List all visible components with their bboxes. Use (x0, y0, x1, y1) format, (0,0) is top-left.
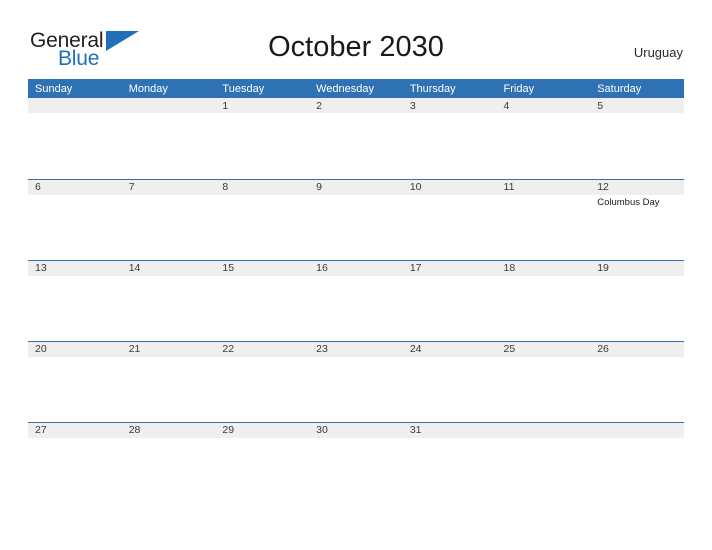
day-number: 14 (128, 262, 141, 274)
day-cell[interactable]: 15 (215, 260, 309, 341)
weekday-header-wednesday: Wednesday (316, 82, 374, 95)
day-cell[interactable]: 11 (497, 179, 591, 260)
day-event: Columbus Day (597, 197, 660, 208)
day-cell[interactable]: 3 (403, 98, 497, 179)
week-row: 1 2 3 4 5 (28, 98, 684, 179)
calendar-page: General Blue October 2030 Uruguay Sunday… (0, 0, 712, 550)
day-cell[interactable]: 17 (403, 260, 497, 341)
day-number: 22 (222, 343, 235, 355)
day-number: 9 (316, 181, 322, 193)
day-cell[interactable]: 13 (28, 260, 122, 341)
day-number: 29 (222, 424, 235, 436)
day-cell[interactable]: 14 (122, 260, 216, 341)
day-number: 1 (222, 100, 229, 112)
day-cell[interactable]: 6 (28, 179, 122, 260)
day-number: 18 (503, 262, 516, 274)
day-number: 7 (128, 181, 135, 193)
day-cell[interactable] (122, 98, 216, 179)
page-header: General Blue October 2030 Uruguay (0, 0, 712, 79)
day-cell[interactable]: 31 (403, 422, 497, 503)
day-number: 27 (35, 424, 47, 436)
day-cell[interactable]: 19 (590, 260, 684, 341)
weekday-header-sunday: Sunday (35, 82, 73, 95)
day-cell[interactable]: 24 (403, 341, 497, 422)
day-number: 5 (597, 100, 604, 112)
day-number: 17 (409, 262, 422, 274)
weekday-header-friday: Friday (503, 82, 535, 95)
day-number: 15 (222, 262, 235, 274)
page-title: October 2030 (268, 31, 444, 63)
day-cell[interactable]: 18 (497, 260, 591, 341)
weekday-header-thursday: Thursday (409, 82, 456, 95)
day-number: 2 (316, 100, 322, 112)
day-cell[interactable]: 1 (215, 98, 309, 179)
day-number: 26 (597, 343, 609, 355)
day-number: 24 (409, 343, 422, 355)
day-number: 28 (128, 424, 141, 436)
day-number: 16 (316, 262, 328, 274)
day-number: 3 (409, 100, 416, 112)
day-cell[interactable]: 23 (309, 341, 403, 422)
day-number: 13 (35, 262, 47, 274)
day-number: 30 (316, 424, 328, 436)
week-row: 13 14 15 16 17 18 19 (28, 260, 684, 341)
day-cell[interactable]: 5 (590, 98, 684, 179)
day-number: 12 (597, 181, 609, 193)
day-number: 31 (409, 424, 422, 436)
weekday-header-row: Sunday Monday Tuesday Wednesday Thursday… (28, 79, 684, 98)
calendar-grid: Sunday Monday Tuesday Wednesday Thursday… (28, 79, 684, 503)
week-row: 27 28 29 30 31 (28, 422, 684, 503)
day-number: 21 (128, 343, 141, 355)
day-cell[interactable]: 27 (28, 422, 122, 503)
day-cell[interactable]: 22 (215, 341, 309, 422)
day-number: 25 (503, 343, 516, 355)
day-cell[interactable]: 8 (215, 179, 309, 260)
week-row: 6 7 8 9 10 11 12 Columbus Day (28, 179, 684, 260)
day-number: 6 (35, 181, 41, 193)
day-cell[interactable]: 4 (497, 98, 591, 179)
day-cell[interactable] (497, 422, 591, 503)
day-cell[interactable]: 29 (215, 422, 309, 503)
day-number: 4 (503, 100, 510, 112)
day-number: 8 (222, 181, 229, 193)
weekday-header-monday: Monday (128, 82, 168, 95)
day-cell[interactable]: 9 (309, 179, 403, 260)
day-cell[interactable]: 20 (28, 341, 122, 422)
day-cell[interactable]: 12 Columbus Day (590, 179, 684, 260)
day-cell[interactable]: 25 (497, 341, 591, 422)
region-label: Uruguay (633, 45, 683, 60)
day-number: 23 (316, 343, 328, 355)
day-cell[interactable]: 2 (309, 98, 403, 179)
week-row: 20 21 22 23 24 25 26 (28, 341, 684, 422)
weekday-header-tuesday: Tuesday (222, 82, 265, 95)
day-cell[interactable] (28, 98, 122, 179)
day-number: 19 (597, 262, 609, 274)
day-cell[interactable]: 30 (309, 422, 403, 503)
day-number: 11 (503, 181, 515, 193)
day-cell[interactable]: 10 (403, 179, 497, 260)
day-cell[interactable] (590, 422, 684, 503)
weekday-header-saturday: Saturday (597, 82, 642, 95)
day-cell[interactable]: 21 (122, 341, 216, 422)
day-cell[interactable]: 28 (122, 422, 216, 503)
day-number: 20 (35, 343, 47, 355)
day-cell[interactable]: 26 (590, 341, 684, 422)
day-cell[interactable]: 16 (309, 260, 403, 341)
day-cell[interactable]: 7 (122, 179, 216, 260)
day-number: 10 (409, 181, 422, 193)
